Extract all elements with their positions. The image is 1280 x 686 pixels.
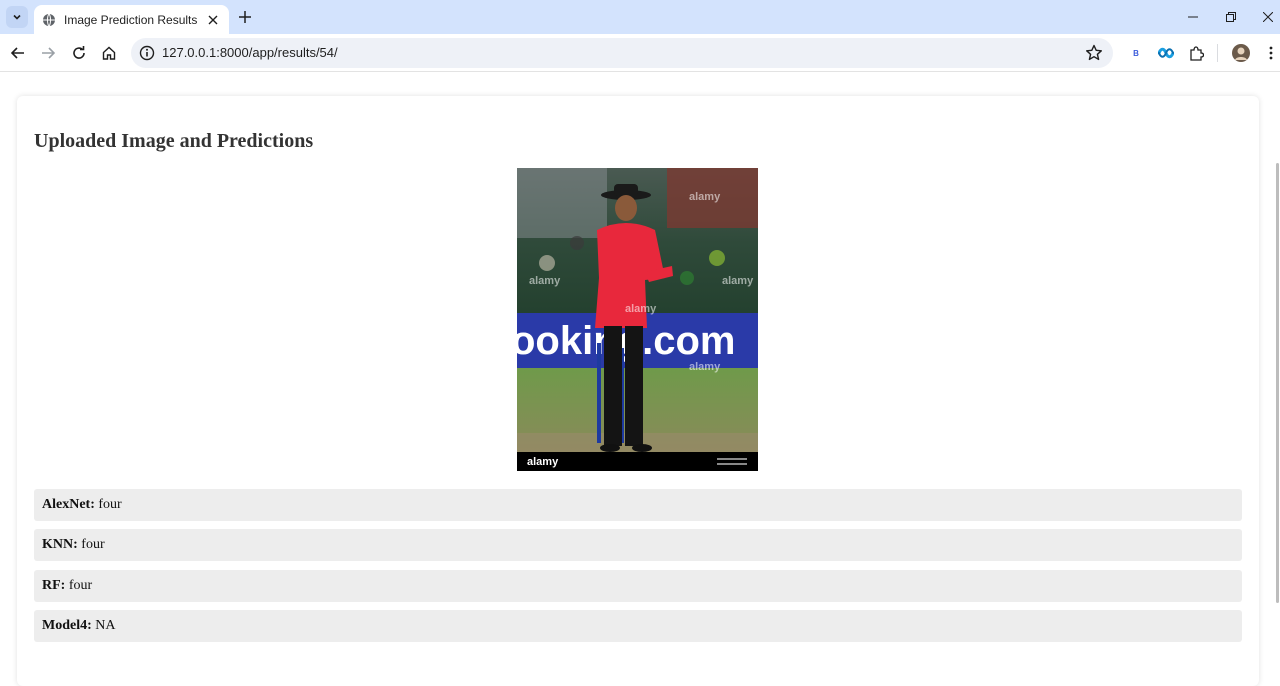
- prediction-value: four: [81, 537, 105, 552]
- prediction-row-knn: KNN: four: [34, 529, 1242, 561]
- watermark-1: alamy: [689, 191, 721, 203]
- prediction-value: four: [68, 578, 93, 593]
- tab-title: Image Prediction Results: [64, 12, 198, 27]
- watermark-2: alamy: [529, 275, 561, 287]
- back-button[interactable]: [8, 43, 28, 63]
- profile-button[interactable]: [1231, 43, 1251, 63]
- minimize-button[interactable]: [1184, 8, 1202, 26]
- prediction-model-label: Model4:: [42, 618, 96, 633]
- puzzle-icon: [1189, 45, 1204, 61]
- page-viewport: Uploaded Image and Predictions alamy ala…: [0, 73, 1280, 686]
- watermark-footer: alamy: [527, 456, 559, 468]
- extension-b-button[interactable]: B: [1126, 43, 1146, 63]
- prediction-model-label: RF:: [42, 578, 69, 593]
- prediction-row-model4: Model4: NA: [34, 610, 1242, 642]
- prediction-model-label: KNN:: [42, 537, 82, 552]
- watermark-4: alamy: [722, 275, 754, 287]
- extension-b-label: B: [1133, 48, 1139, 58]
- reload-button[interactable]: [69, 43, 89, 63]
- close-window-button[interactable]: [1259, 8, 1277, 26]
- address-bar[interactable]: 127.0.0.1:8000/app/results/54/: [131, 38, 1113, 68]
- results-card: Uploaded Image and Predictions alamy ala…: [17, 96, 1259, 686]
- restore-button[interactable]: [1222, 8, 1240, 26]
- tab-search-button[interactable]: [6, 6, 28, 28]
- avatar: [1232, 44, 1250, 62]
- forward-button[interactable]: [38, 43, 58, 63]
- active-tab[interactable]: Image Prediction Results: [34, 5, 229, 34]
- extensions-button[interactable]: [1186, 43, 1206, 63]
- prediction-value: four: [98, 497, 122, 512]
- close-icon: [1263, 12, 1273, 22]
- prediction-value: NA: [95, 618, 116, 633]
- prediction-model-label: AlexNet:: [42, 497, 99, 512]
- scrollbar-thumb[interactable]: [1276, 163, 1279, 603]
- minimize-icon: [1188, 16, 1198, 18]
- extension-wave-button[interactable]: [1156, 43, 1176, 63]
- wave-extension-icon: [1158, 47, 1174, 59]
- page-title: Uploaded Image and Predictions: [34, 130, 314, 152]
- tab-strip: Image Prediction Results: [0, 0, 1280, 34]
- watermark-5: alamy: [689, 361, 721, 373]
- toolbar-divider: [1217, 44, 1218, 62]
- restore-icon: [1226, 12, 1236, 22]
- scrollbar-track[interactable]: [1276, 73, 1280, 666]
- prediction-row-rf: RF: four: [34, 570, 1242, 602]
- home-button[interactable]: [99, 43, 119, 63]
- close-tab-icon[interactable]: [205, 12, 221, 28]
- new-tab-button[interactable]: [235, 7, 255, 27]
- plus-icon: [239, 11, 251, 23]
- kebab-menu-icon: [1269, 46, 1273, 60]
- globe-icon: [43, 13, 55, 26]
- bookmark-star-icon[interactable]: [1085, 44, 1103, 62]
- site-info-icon[interactable]: [139, 45, 155, 61]
- prediction-row-alexnet: AlexNet: four: [34, 489, 1242, 521]
- chevron-down-icon: [13, 14, 21, 20]
- reload-icon: [73, 46, 85, 59]
- watermark-3: alamy: [625, 303, 657, 315]
- browser-toolbar: 127.0.0.1:8000/app/results/54/ B: [0, 34, 1280, 72]
- arrow-left-icon: [11, 47, 24, 59]
- home-icon: [102, 46, 116, 60]
- menu-button[interactable]: [1261, 43, 1280, 63]
- uploaded-image: ooking.com alamy alamy: [517, 168, 758, 471]
- url-text[interactable]: 127.0.0.1:8000/app/results/54/: [162, 45, 338, 60]
- arrow-right-icon: [42, 47, 55, 59]
